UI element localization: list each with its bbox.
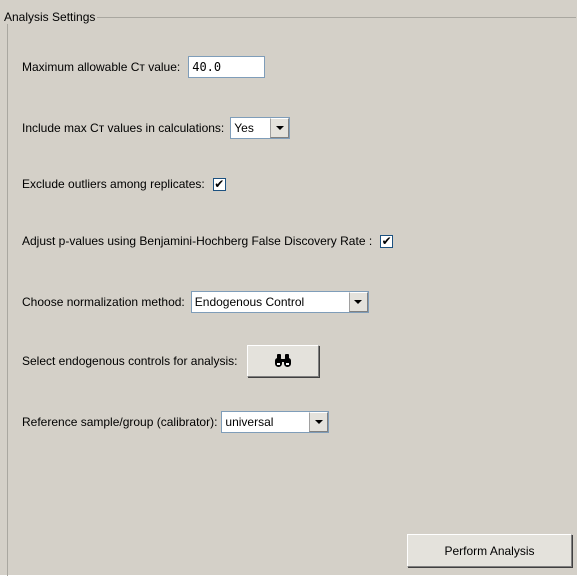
- adjust-pvalues-label: Adjust p-values using Benjamini-Hochberg…: [22, 234, 373, 248]
- adjust-pvalues-checkbox[interactable]: ✔: [380, 233, 394, 248]
- exclude-outliers-checkbox[interactable]: ✔: [212, 176, 226, 191]
- reference-select[interactable]: universal: [221, 411, 330, 433]
- chevron-down-icon: [275, 126, 284, 130]
- chevron-down-icon: [314, 420, 323, 424]
- reference-dropdown-button[interactable]: [309, 412, 329, 432]
- max-ct-label: Maximum allowable Cт value:: [22, 60, 181, 74]
- perform-analysis-button[interactable]: Perform Analysis: [407, 534, 572, 567]
- binoculars-icon: [275, 354, 292, 368]
- checkmark-icon: ✔: [381, 233, 392, 248]
- normalization-select[interactable]: Endogenous Control: [190, 291, 369, 313]
- reference-label: Reference sample/group (calibrator):: [22, 415, 218, 429]
- include-max-row: Include max Cт values in calculations: Y…: [22, 116, 291, 140]
- normalization-row: Choose normalization method: Endogenous …: [22, 290, 369, 314]
- normalization-dropdown-button[interactable]: [348, 292, 368, 312]
- select-endogenous-controls-button[interactable]: [247, 345, 320, 377]
- analysis-settings-panel: Analysis Settings Maximum allowable Cт v…: [0, 0, 577, 576]
- endogenous-label: Select endogenous controls for analysis:: [22, 354, 238, 368]
- checkmark-icon: ✔: [214, 176, 225, 191]
- normalization-label: Choose normalization method:: [22, 295, 185, 309]
- max-ct-row: Maximum allowable Cт value: 40.0: [22, 55, 266, 79]
- reference-value: universal: [225, 415, 274, 429]
- endogenous-row: Select endogenous controls for analysis:: [22, 344, 320, 378]
- group-title: Analysis Settings: [3, 10, 98, 24]
- adjust-pvalues-row: Adjust p-values using Benjamini-Hochberg…: [22, 229, 394, 253]
- include-max-value: Yes: [234, 121, 254, 135]
- max-ct-input[interactable]: 40.0: [188, 56, 266, 78]
- reference-row: Reference sample/group (calibrator): uni…: [22, 410, 330, 434]
- include-max-label: Include max Cт values in calculations:: [22, 121, 225, 135]
- include-max-select[interactable]: Yes: [230, 117, 291, 139]
- include-max-dropdown-button[interactable]: [270, 118, 290, 138]
- exclude-outliers-label: Exclude outliers among replicates:: [22, 177, 205, 191]
- normalization-value: Endogenous Control: [194, 295, 305, 309]
- chevron-down-icon: [354, 300, 363, 304]
- exclude-outliers-row: Exclude outliers among replicates: ✔: [22, 172, 226, 196]
